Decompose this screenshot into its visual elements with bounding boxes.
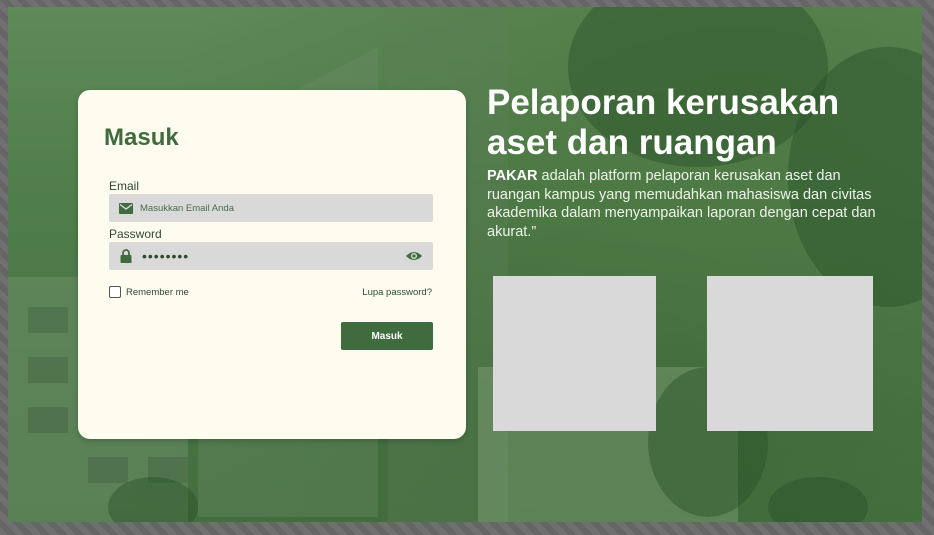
- email-field[interactable]: Masukkan Email Anda: [109, 194, 433, 222]
- window: [28, 357, 68, 383]
- password-field[interactable]: ••••••••: [109, 242, 433, 270]
- hero-description: PAKAR adalah platform pelaporan kerusaka…: [487, 167, 887, 241]
- brand-name: PAKAR: [487, 168, 538, 184]
- email-label: Email: [109, 179, 140, 193]
- window: [88, 457, 128, 483]
- description-text: adalah platform pelaporan kerusakan aset…: [487, 168, 876, 240]
- email-placeholder: Masukkan Email Anda: [140, 202, 234, 214]
- window: [28, 307, 68, 333]
- lock-icon: [118, 248, 134, 264]
- image-placeholder-right: [707, 276, 873, 431]
- submit-button[interactable]: Masuk: [341, 322, 433, 350]
- password-value: ••••••••: [142, 248, 190, 264]
- window: [28, 407, 68, 433]
- image-placeholder-left: [493, 276, 656, 431]
- password-label: Password: [109, 227, 162, 241]
- shrub: [768, 477, 868, 522]
- remember-me[interactable]: Remember me: [109, 286, 189, 298]
- remember-label: Remember me: [126, 286, 189, 298]
- hero-headline: Pelaporan kerusakan aset dan ruangan: [487, 83, 840, 162]
- login-title: Masuk: [104, 124, 179, 151]
- forgot-password-link[interactable]: Lupa password?: [362, 287, 432, 298]
- remember-checkbox[interactable]: [109, 286, 121, 298]
- mail-icon: [118, 200, 134, 216]
- login-card: Masuk Email Masukkan Email Anda Password…: [78, 90, 466, 439]
- eye-icon[interactable]: [405, 248, 423, 264]
